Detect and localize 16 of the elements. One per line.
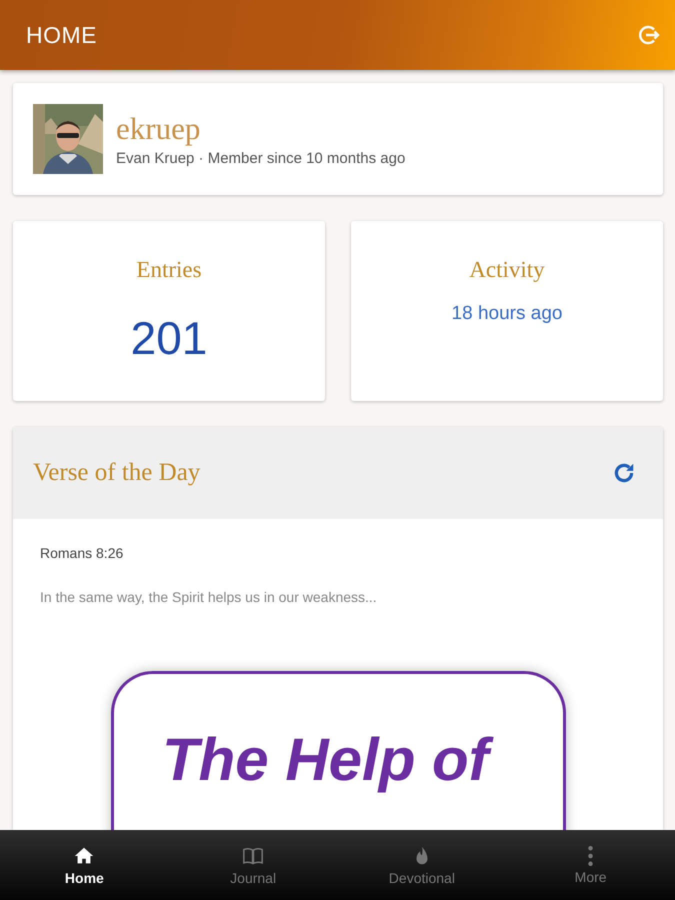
- stat-label: Activity: [469, 257, 545, 283]
- verse-excerpt: In the same way, the Spirit helps us in our weakness...: [40, 589, 378, 605]
- stat-label: Entries: [136, 257, 202, 283]
- nav-tab[interactable]: Home: [0, 830, 169, 900]
- username: ekruep: [116, 111, 202, 147]
- nav-tab[interactable]: More: [506, 830, 675, 900]
- section-title: Verse of the Day: [33, 459, 200, 487]
- member-details: Evan Kruep · Member since 10 months ago: [116, 150, 406, 167]
- verse-reference: Romans 8:26: [40, 545, 124, 561]
- nav-tab[interactable]: Journal: [168, 830, 338, 900]
- graphic-title: The Help of: [162, 722, 499, 797]
- more-icon: [588, 846, 594, 866]
- stat-value: 201: [130, 311, 208, 365]
- nav-tab[interactable]: Devotional: [338, 830, 506, 900]
- page-title: HOME: [26, 22, 97, 48]
- stat-value: 18 hours ago: [452, 303, 562, 325]
